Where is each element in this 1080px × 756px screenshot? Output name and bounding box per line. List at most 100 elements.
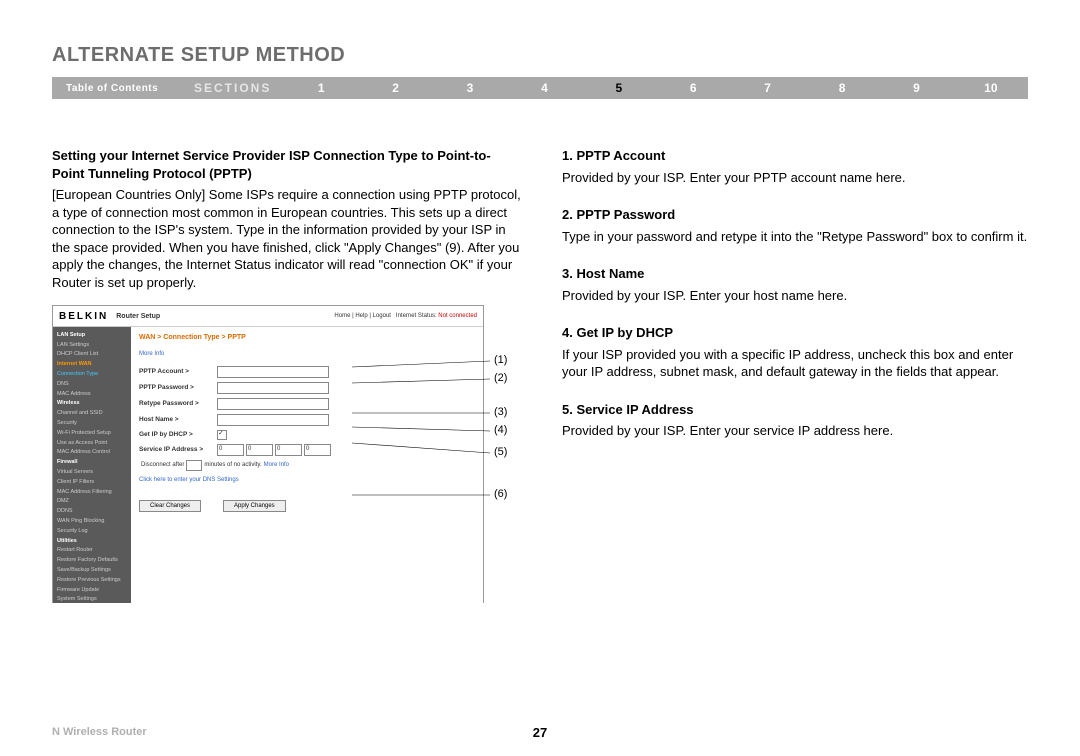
sidebar-item[interactable]: Client IP Filters xyxy=(53,477,131,487)
callout-6: (6) xyxy=(494,487,507,502)
ip-octet-input[interactable]: 0 xyxy=(275,444,302,456)
status-value: Not connected xyxy=(438,313,477,319)
toc-label[interactable]: Table of Contents xyxy=(52,83,194,94)
form-label: Get IP by DHCP > xyxy=(139,431,217,440)
sidebar-item[interactable]: Internet WAN xyxy=(53,360,131,370)
sidebar-item[interactable]: Restart Router xyxy=(53,546,131,556)
sidebar-item[interactable]: DNS xyxy=(53,379,131,389)
footer-product: N Wireless Router xyxy=(52,726,147,738)
item-paragraph: Provided by your ISP. Enter your host na… xyxy=(562,287,1028,305)
item-heading: 4. Get IP by DHCP xyxy=(562,324,1028,342)
section-9[interactable]: 9 xyxy=(879,81,953,95)
form-row: Retype Password > xyxy=(139,398,475,410)
sidebar-item[interactable]: Utilities xyxy=(53,536,131,546)
form-row: Service IP Address >0000 xyxy=(139,444,475,456)
sidebar-item[interactable]: DHCP Client List xyxy=(53,350,131,360)
form-label: PPTP Password > xyxy=(139,384,217,393)
section-4[interactable]: 4 xyxy=(507,81,581,95)
disconnect-suffix: minutes of no activity. xyxy=(204,461,261,469)
form-label: Service IP Address > xyxy=(139,446,217,455)
left-paragraph: [European Countries Only] Some ISPs requ… xyxy=(52,186,522,291)
section-8[interactable]: 8 xyxy=(805,81,879,95)
sidebar-item[interactable]: Firmware Update xyxy=(53,585,131,595)
sidebar-item[interactable]: System Settings xyxy=(53,595,131,605)
page-number: 27 xyxy=(533,725,547,740)
callout-2: (2) xyxy=(494,371,507,386)
text-input[interactable] xyxy=(217,414,329,426)
sidebar-item[interactable]: Restore Factory Defaults xyxy=(53,556,131,566)
section-10[interactable]: 10 xyxy=(954,81,1028,95)
form-label: Retype Password > xyxy=(139,400,217,409)
sidebar-item[interactable]: WAN Ping Blocking xyxy=(53,517,131,527)
section-2[interactable]: 2 xyxy=(358,81,432,95)
sidebar-item[interactable]: Security Log xyxy=(53,526,131,536)
text-input[interactable] xyxy=(217,366,329,378)
router-main: WAN > Connection Type > PPTP More Info P… xyxy=(131,327,483,603)
page-title: ALTERNATE SETUP METHOD xyxy=(52,44,1028,67)
callout-1: (1) xyxy=(494,353,507,368)
router-links[interactable]: Home | Help | Logout xyxy=(334,313,390,319)
belkin-logo: BELKIN xyxy=(59,310,108,324)
disconnect-more-info[interactable]: More Info xyxy=(264,461,289,469)
item-heading: 3. Host Name xyxy=(562,265,1028,283)
sidebar-item[interactable]: Firewall xyxy=(53,458,131,468)
item-paragraph: Provided by your ISP. Enter your service… xyxy=(562,422,1028,440)
sidebar-item[interactable]: Connection Type xyxy=(53,370,131,380)
section-1[interactable]: 1 xyxy=(284,81,358,95)
sidebar-item[interactable]: Save/Backup Settings xyxy=(53,566,131,576)
section-3[interactable]: 3 xyxy=(433,81,507,95)
sections-label: SECTIONS xyxy=(194,81,284,95)
section-7[interactable]: 7 xyxy=(730,81,804,95)
sidebar-item[interactable]: MAC Address xyxy=(53,389,131,399)
text-input[interactable] xyxy=(217,398,329,410)
callout-5: (5) xyxy=(494,445,507,460)
sidebar-item[interactable]: Wi-Fi Protected Setup xyxy=(53,428,131,438)
router-breadcrumb: WAN > Connection Type > PPTP xyxy=(139,333,475,342)
sidebar-item[interactable]: LAN Setup xyxy=(53,330,131,340)
more-info-link[interactable]: More Info xyxy=(139,350,164,358)
form-label: PPTP Account > xyxy=(139,368,217,377)
dns-settings-link[interactable]: Click here to enter your DNS Settings xyxy=(139,476,239,484)
status-label: Internet Status: xyxy=(396,313,437,319)
section-5[interactable]: 5 xyxy=(582,81,656,95)
router-screenshot: BELKIN Router Setup Home | Help | Logout… xyxy=(52,305,484,603)
sidebar-item[interactable]: LAN Settings xyxy=(53,340,131,350)
form-row: PPTP Password > xyxy=(139,382,475,394)
sidebar-item[interactable]: Security xyxy=(53,419,131,429)
router-subtitle: Router Setup xyxy=(116,312,160,321)
sidebar-item[interactable]: Use as Access Point xyxy=(53,438,131,448)
form-row: PPTP Account > xyxy=(139,366,475,378)
sidebar-item[interactable]: Channel and SSID xyxy=(53,409,131,419)
sidebar-item[interactable]: Restore Previous Settings xyxy=(53,575,131,585)
disconnect-minutes-input[interactable] xyxy=(186,460,202,471)
sidebar-item[interactable]: MAC Address Filtering xyxy=(53,487,131,497)
apply-changes-button[interactable]: Apply Changes xyxy=(223,500,286,512)
item-paragraph: If your ISP provided you with a specific… xyxy=(562,346,1028,381)
ip-octet-input[interactable]: 0 xyxy=(217,444,244,456)
item-paragraph: Provided by your ISP. Enter your PPTP ac… xyxy=(562,169,1028,187)
sidebar-item[interactable]: MAC Address Control xyxy=(53,448,131,458)
form-row: Get IP by DHCP > xyxy=(139,430,475,440)
router-sidebar: LAN SetupLAN SettingsDHCP Client ListInt… xyxy=(53,327,131,603)
callout-3: (3) xyxy=(494,405,507,420)
item-heading: 2. PPTP Password xyxy=(562,206,1028,224)
sidebar-item[interactable]: Wireless xyxy=(53,399,131,409)
router-top-links: Home | Help | Logout Internet Status: No… xyxy=(334,312,477,320)
callout-4: (4) xyxy=(494,423,507,438)
left-heading: Setting your Internet Service Provider I… xyxy=(52,147,522,182)
clear-changes-button[interactable]: Clear Changes xyxy=(139,500,201,512)
item-paragraph: Type in your password and retype it into… xyxy=(562,228,1028,246)
text-input[interactable] xyxy=(217,382,329,394)
sidebar-item[interactable]: Virtual Servers xyxy=(53,468,131,478)
checkbox-input[interactable] xyxy=(217,430,227,440)
ip-octet-input[interactable]: 0 xyxy=(246,444,273,456)
sidebar-item[interactable]: DMZ xyxy=(53,497,131,507)
item-heading: 5. Service IP Address xyxy=(562,401,1028,419)
disconnect-row: Disconnect after minutes of no activity.… xyxy=(139,460,475,471)
sidebar-item[interactable]: DDNS xyxy=(53,507,131,517)
form-row: Host Name > xyxy=(139,414,475,426)
section-nav: Table of Contents SECTIONS 1 2 3 4 5 6 7… xyxy=(52,77,1028,99)
ip-octet-input[interactable]: 0 xyxy=(304,444,331,456)
section-6[interactable]: 6 xyxy=(656,81,730,95)
form-label: Host Name > xyxy=(139,416,217,425)
